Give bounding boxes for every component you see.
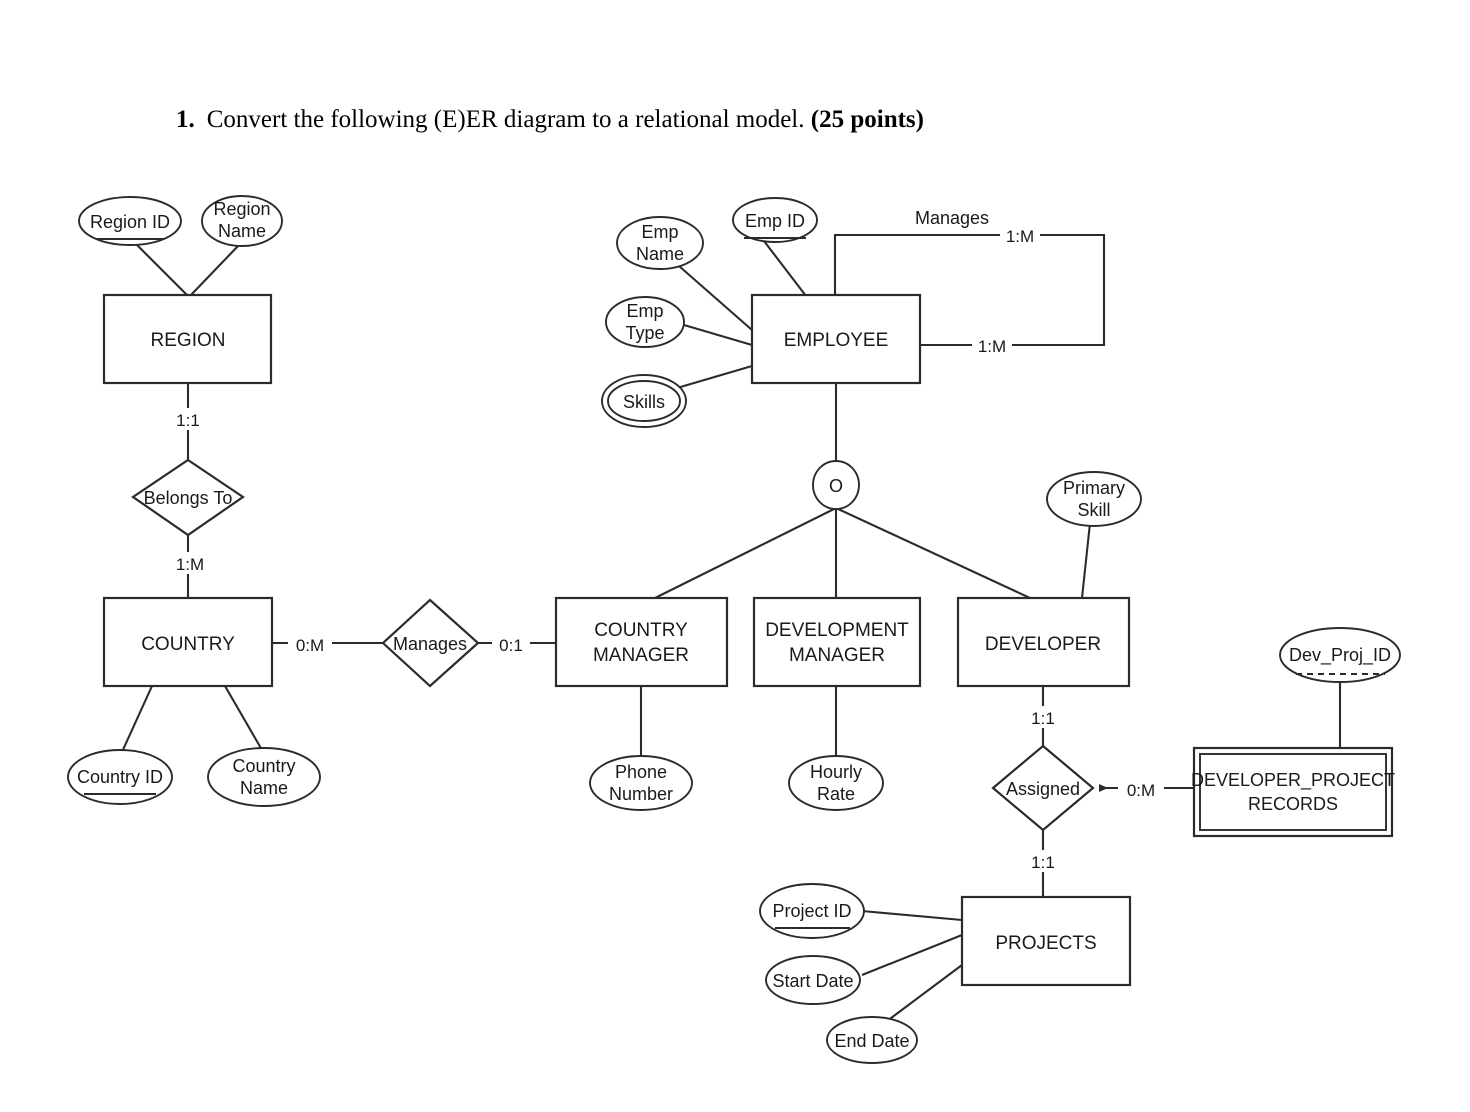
cardinality-employee-manages-bottom: 1:M [978,337,1006,356]
cardinality-records-assigned: 0:M [1127,781,1155,800]
specialization-overlapping-circle[interactable]: O [812,460,860,510]
relationship-manages-employee-label: Manages [915,208,989,228]
cardinality-developer-assigned: 1:1 [1031,709,1055,728]
attribute-hourly-rate-label-line2: Rate [817,784,855,804]
entity-projects[interactable]: PROJECTS [960,895,1132,987]
connector-region-name [189,244,240,297]
relationship-belongs-to[interactable]: Belongs To [131,458,245,537]
entity-employee-label: EMPLOYEE [784,330,889,351]
attribute-emp-type[interactable]: Emp Type [605,296,685,348]
entity-region[interactable]: REGION [102,293,273,385]
attribute-phone-number-label-line2: Number [609,784,673,804]
attribute-phone-number[interactable]: Phone Number [589,755,693,811]
attribute-emp-type-label-line2: Type [625,323,664,343]
entity-country-manager-label-line1: COUNTRY [594,620,688,641]
connector-emp-name [678,265,753,331]
attribute-skills[interactable]: Skills [601,374,687,428]
attribute-primary-skill-label-line2: Skill [1077,500,1110,520]
attribute-hourly-rate[interactable]: Hourly Rate [788,755,884,811]
attribute-end-date-label: End Date [834,1031,909,1051]
attribute-phone-number-label-line1: Phone [615,762,667,782]
entity-records-label-line2: RECORDS [1248,794,1338,814]
relationship-manages-country[interactable]: Manages [381,598,480,688]
attribute-skills-label: Skills [623,392,665,412]
entity-employee[interactable]: EMPLOYEE [750,293,922,385]
connector-region-id [134,242,189,297]
attribute-emp-type-label-line1: Emp [626,301,663,321]
attribute-country-name-label-line1: Country [232,756,295,776]
attribute-project-id-label: Project ID [772,901,851,921]
connector-projects-projectid [861,909,963,922]
attribute-region-name-label-line2: Name [218,221,266,241]
connector-emp-id [763,240,807,297]
attribute-country-name-label-line2: Name [240,778,288,798]
attribute-primary-skill-label-line1: Primary [1063,478,1125,498]
attribute-primary-skill[interactable]: Primary Skill [1046,471,1142,527]
cardinality-assigned-projects: 1:1 [1031,853,1055,872]
cardinality-manages-country-manager: 0:1 [499,636,523,655]
connector-spec-countrymanager [654,507,837,599]
connector-developer-primaryskill [1080,522,1092,599]
entity-development-manager-label-line2: MANAGER [789,645,885,666]
entity-country-manager[interactable]: COUNTRY MANAGER [554,596,729,688]
cardinality-region-belongs-to: 1:1 [176,411,200,430]
entity-developer-label: DEVELOPER [985,634,1101,655]
cardinality-employee-manages-top: 1:M [1006,227,1034,246]
entity-developer-project-records[interactable]: DEVELOPER_PROJECT RECORDS [1191,746,1395,838]
connector-skills [676,364,753,390]
entity-development-manager[interactable]: DEVELOPMENT MANAGER [752,596,922,688]
er-diagram: REGION COUNTRY EMPLOYEE COUNTRY MANAGER … [67,195,1401,1064]
attribute-project-id[interactable]: Project ID [759,883,865,939]
entity-country-manager-label-line2: MANAGER [593,645,689,666]
relationship-belongs-to-label: Belongs To [144,488,233,508]
entity-region-label: REGION [151,330,226,351]
page-canvas: 1. Convert the following (E)ER diagram to… [0,0,1470,1112]
attribute-start-date-label: Start Date [772,971,853,991]
attribute-emp-name-label-line1: Emp [641,222,678,242]
attribute-start-date[interactable]: Start Date [765,955,861,1005]
entity-projects-label: PROJECTS [995,933,1096,954]
cardinality-belongs-to-country: 1:M [176,555,204,574]
entity-country-label: COUNTRY [141,634,235,655]
entity-development-manager-label-line1: DEVELOPMENT [765,620,909,641]
attribute-emp-name-label-line2: Name [636,244,684,264]
attribute-country-name[interactable]: Country Name [207,747,321,807]
attribute-dev-proj-id[interactable]: Dev_Proj_ID [1279,627,1401,683]
connector-emp-type [683,323,753,347]
attribute-dev-proj-id-label: Dev_Proj_ID [1289,645,1391,666]
connector-country-id [121,685,153,753]
attribute-emp-name[interactable]: Emp Name [616,216,704,270]
attribute-country-id-label: Country ID [77,767,163,787]
attribute-region-id-label: Region ID [90,212,170,232]
connector-projects-startdate [861,934,963,976]
entity-country[interactable]: COUNTRY [102,596,274,688]
attribute-emp-id-label: Emp ID [745,211,805,231]
cardinality-country-manages: 0:M [296,636,324,655]
attribute-end-date[interactable]: End Date [826,1016,918,1064]
attribute-region-name-label-line1: Region [213,199,270,219]
attribute-region-id[interactable]: Region ID [78,196,182,246]
connector-spec-developer [835,507,1031,599]
connector-country-name [224,685,263,751]
relationship-assigned[interactable]: Assigned [991,744,1095,832]
specialization-symbol: O [829,476,843,496]
attribute-emp-id[interactable]: Emp ID [732,197,818,243]
relationship-assigned-label: Assigned [1006,779,1080,799]
relationship-manages-country-label: Manages [393,634,467,654]
entity-developer[interactable]: DEVELOPER [956,596,1131,688]
attribute-region-name[interactable]: Region Name [201,195,283,247]
entity-records-label-line1: DEVELOPER_PROJECT [1191,770,1395,791]
attribute-country-id[interactable]: Country ID [67,749,173,805]
attribute-hourly-rate-label-line1: Hourly [810,762,862,782]
